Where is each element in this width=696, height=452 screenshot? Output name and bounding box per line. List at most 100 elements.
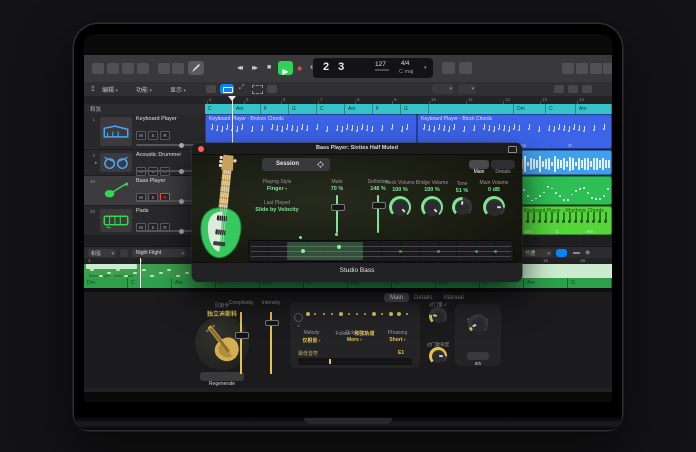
- slider-handle[interactable]: [331, 204, 345, 211]
- volume-slider[interactable]: [136, 144, 198, 146]
- region-title: Keyboard Player - Broken Chords: [209, 116, 284, 122]
- link-icon[interactable]: [508, 146, 517, 153]
- strip-chord-cell[interactable]: Dm: [84, 278, 128, 288]
- count-in-icon[interactable]: [459, 62, 472, 74]
- m-button[interactable]: M: [136, 131, 146, 140]
- editor-playhead[interactable]: [140, 258, 141, 288]
- nudge-menu[interactable]: ▾: [432, 84, 454, 94]
- record-button[interactable]: ●: [297, 63, 302, 73]
- pattern-dot: [306, 312, 310, 316]
- track-header-keyboard-player[interactable]: 1Keyboard PlayerMSR: [84, 114, 205, 150]
- minus-icon[interactable]: [573, 252, 580, 254]
- playing-style-label: Playing Style: [252, 179, 302, 185]
- volume-slider[interactable]: [136, 200, 198, 202]
- chord-track[interactable]: CAmFGCAmFGDmCAm: [205, 104, 612, 114]
- lcd-display[interactable]: 2 3 127 4/4 C maj ▾: [313, 58, 433, 78]
- s-button[interactable]: S: [148, 131, 158, 140]
- chord-cell[interactable]: Am: [233, 104, 261, 114]
- marquee-tool-icon[interactable]: [252, 85, 263, 94]
- r-button[interactable]: R: [160, 131, 170, 140]
- plugin-tab-main[interactable]: Main: [469, 160, 489, 169]
- track-header-pads[interactable]: 26PadsMSR: [84, 206, 205, 236]
- pattern-dots[interactable]: [306, 310, 416, 318]
- smart-controls-icon[interactable]: [158, 63, 170, 74]
- play-button[interactable]: ▶: [278, 61, 293, 75]
- strip-chord-cell[interactable]: Am: [524, 278, 568, 288]
- chord-cell[interactable]: [429, 104, 514, 114]
- rewind-button[interactable]: ◂◂: [237, 63, 241, 72]
- beat-menu[interactable]: 节拍 ▾: [522, 249, 552, 257]
- editor-grid-icon[interactable]: [120, 249, 128, 257]
- chord-cell[interactable]: Am: [576, 104, 612, 114]
- forward-button[interactable]: ▸▸: [252, 63, 256, 72]
- record-dot-icon[interactable]: ◉: [585, 249, 590, 256]
- strip-chord-cell[interactable]: G: [568, 278, 612, 288]
- pattern-dot: [314, 313, 316, 315]
- menu-3[interactable]: 显示 ▾: [170, 85, 186, 94]
- track-header-acoustic-drummer[interactable]: 2▸Acoustic DrummerMSR: [84, 150, 205, 176]
- menu-1[interactable]: 编辑 ▾: [102, 85, 118, 94]
- low-note-slider[interactable]: [298, 358, 412, 365]
- chord-cell[interactable]: F: [261, 104, 289, 114]
- pattern-selector[interactable]: Night Flight ▾: [132, 249, 186, 257]
- editors-pencil-icon[interactable]: [188, 61, 204, 75]
- loop-browser-icon[interactable]: [590, 63, 602, 74]
- toolbar-clock-icon[interactable]: [122, 63, 134, 74]
- fill-knob-2[interactable]: 过门复杂度: [420, 342, 456, 382]
- quick-help-icon[interactable]: [92, 63, 104, 74]
- playhead-marker[interactable]: [228, 96, 236, 105]
- plugin-tab-details[interactable]: Details: [491, 160, 515, 169]
- inspector-icon[interactable]: [107, 63, 119, 74]
- param-knob-[interactable]: [414, 331, 462, 369]
- catch-icon[interactable]: [267, 85, 277, 93]
- slider-handle[interactable]: [265, 320, 279, 327]
- browser-icon[interactable]: [603, 63, 612, 74]
- chord-cell[interactable]: C: [205, 104, 233, 114]
- strip-chord-cell[interactable]: C: [128, 278, 172, 288]
- tool-menu[interactable]: ▾: [458, 84, 476, 94]
- swing-rate-button[interactable]: 8th: [467, 352, 489, 360]
- crossfade-tool-icon[interactable]: ⤢: [239, 84, 245, 92]
- zoom-v-icon[interactable]: [568, 85, 578, 93]
- editor-chord-menu[interactable]: 和弦 ▾: [88, 249, 116, 257]
- midi-toggle[interactable]: M: [556, 249, 567, 257]
- mixer-icon[interactable]: [172, 63, 184, 74]
- bass-player-plugin-window[interactable]: Bass Player: Sixties Half Muted Session …: [192, 143, 522, 281]
- tuner-icon[interactable]: [442, 62, 455, 74]
- lcd-chevron-icon[interactable]: ▾: [424, 65, 427, 71]
- tab-main[interactable]: Main: [384, 293, 409, 302]
- chord-cell[interactable]: C: [317, 104, 345, 114]
- preset-selector[interactable]: Session: [262, 158, 330, 171]
- grid-icon[interactable]: [206, 85, 216, 93]
- param-slider-mute[interactable]: Mute70 %: [315, 179, 359, 237]
- disclosure-icon[interactable]: ▸: [95, 160, 98, 166]
- chord-cell[interactable]: G: [401, 104, 429, 114]
- slider-handle[interactable]: [235, 332, 249, 339]
- chord-cell[interactable]: C: [546, 104, 576, 114]
- param-knob-[interactable]: [414, 291, 462, 329]
- waveform-zoom-icon[interactable]: [582, 85, 592, 93]
- playing-style-value[interactable]: Finger ▾: [252, 186, 302, 192]
- stop-button[interactable]: ■: [267, 64, 271, 71]
- snap-icon[interactable]: [220, 84, 234, 94]
- slider-intensity[interactable]: Intensity: [249, 300, 293, 384]
- region[interactable]: Keyboard Player - Rhythmic ChordsDmCAm: [520, 206, 612, 235]
- gear-icon[interactable]: [317, 161, 324, 168]
- display-mode-icon[interactable]: [137, 63, 149, 74]
- track-header-bass-player[interactable]: 25Bass PlayerMSR: [84, 176, 205, 206]
- note-pads-icon[interactable]: [576, 63, 588, 74]
- zoom-h-icon[interactable]: [554, 85, 564, 93]
- move-up-icon[interactable]: ↥: [90, 85, 96, 93]
- chord-cell[interactable]: Dm: [514, 104, 546, 114]
- pattern-dot: [356, 313, 358, 315]
- chord-cell[interactable]: Am: [345, 104, 373, 114]
- chord-cell[interactable]: F: [373, 104, 401, 114]
- menu-2[interactable]: 功能 ▾: [136, 85, 152, 94]
- volume-slider[interactable]: [136, 230, 198, 232]
- page-background: ◂◂ ▸▸ ■ ▶ ● ⇆ 2 3 127 4/4 C maj ▾: [0, 0, 696, 452]
- volume-slider[interactable]: [136, 170, 198, 172]
- active-note-dot: [337, 245, 341, 249]
- list-editors-icon[interactable]: [562, 63, 574, 74]
- param-knob-main-volume[interactable]: Main Volume0 dB: [470, 180, 518, 222]
- chord-cell[interactable]: G: [289, 104, 317, 114]
